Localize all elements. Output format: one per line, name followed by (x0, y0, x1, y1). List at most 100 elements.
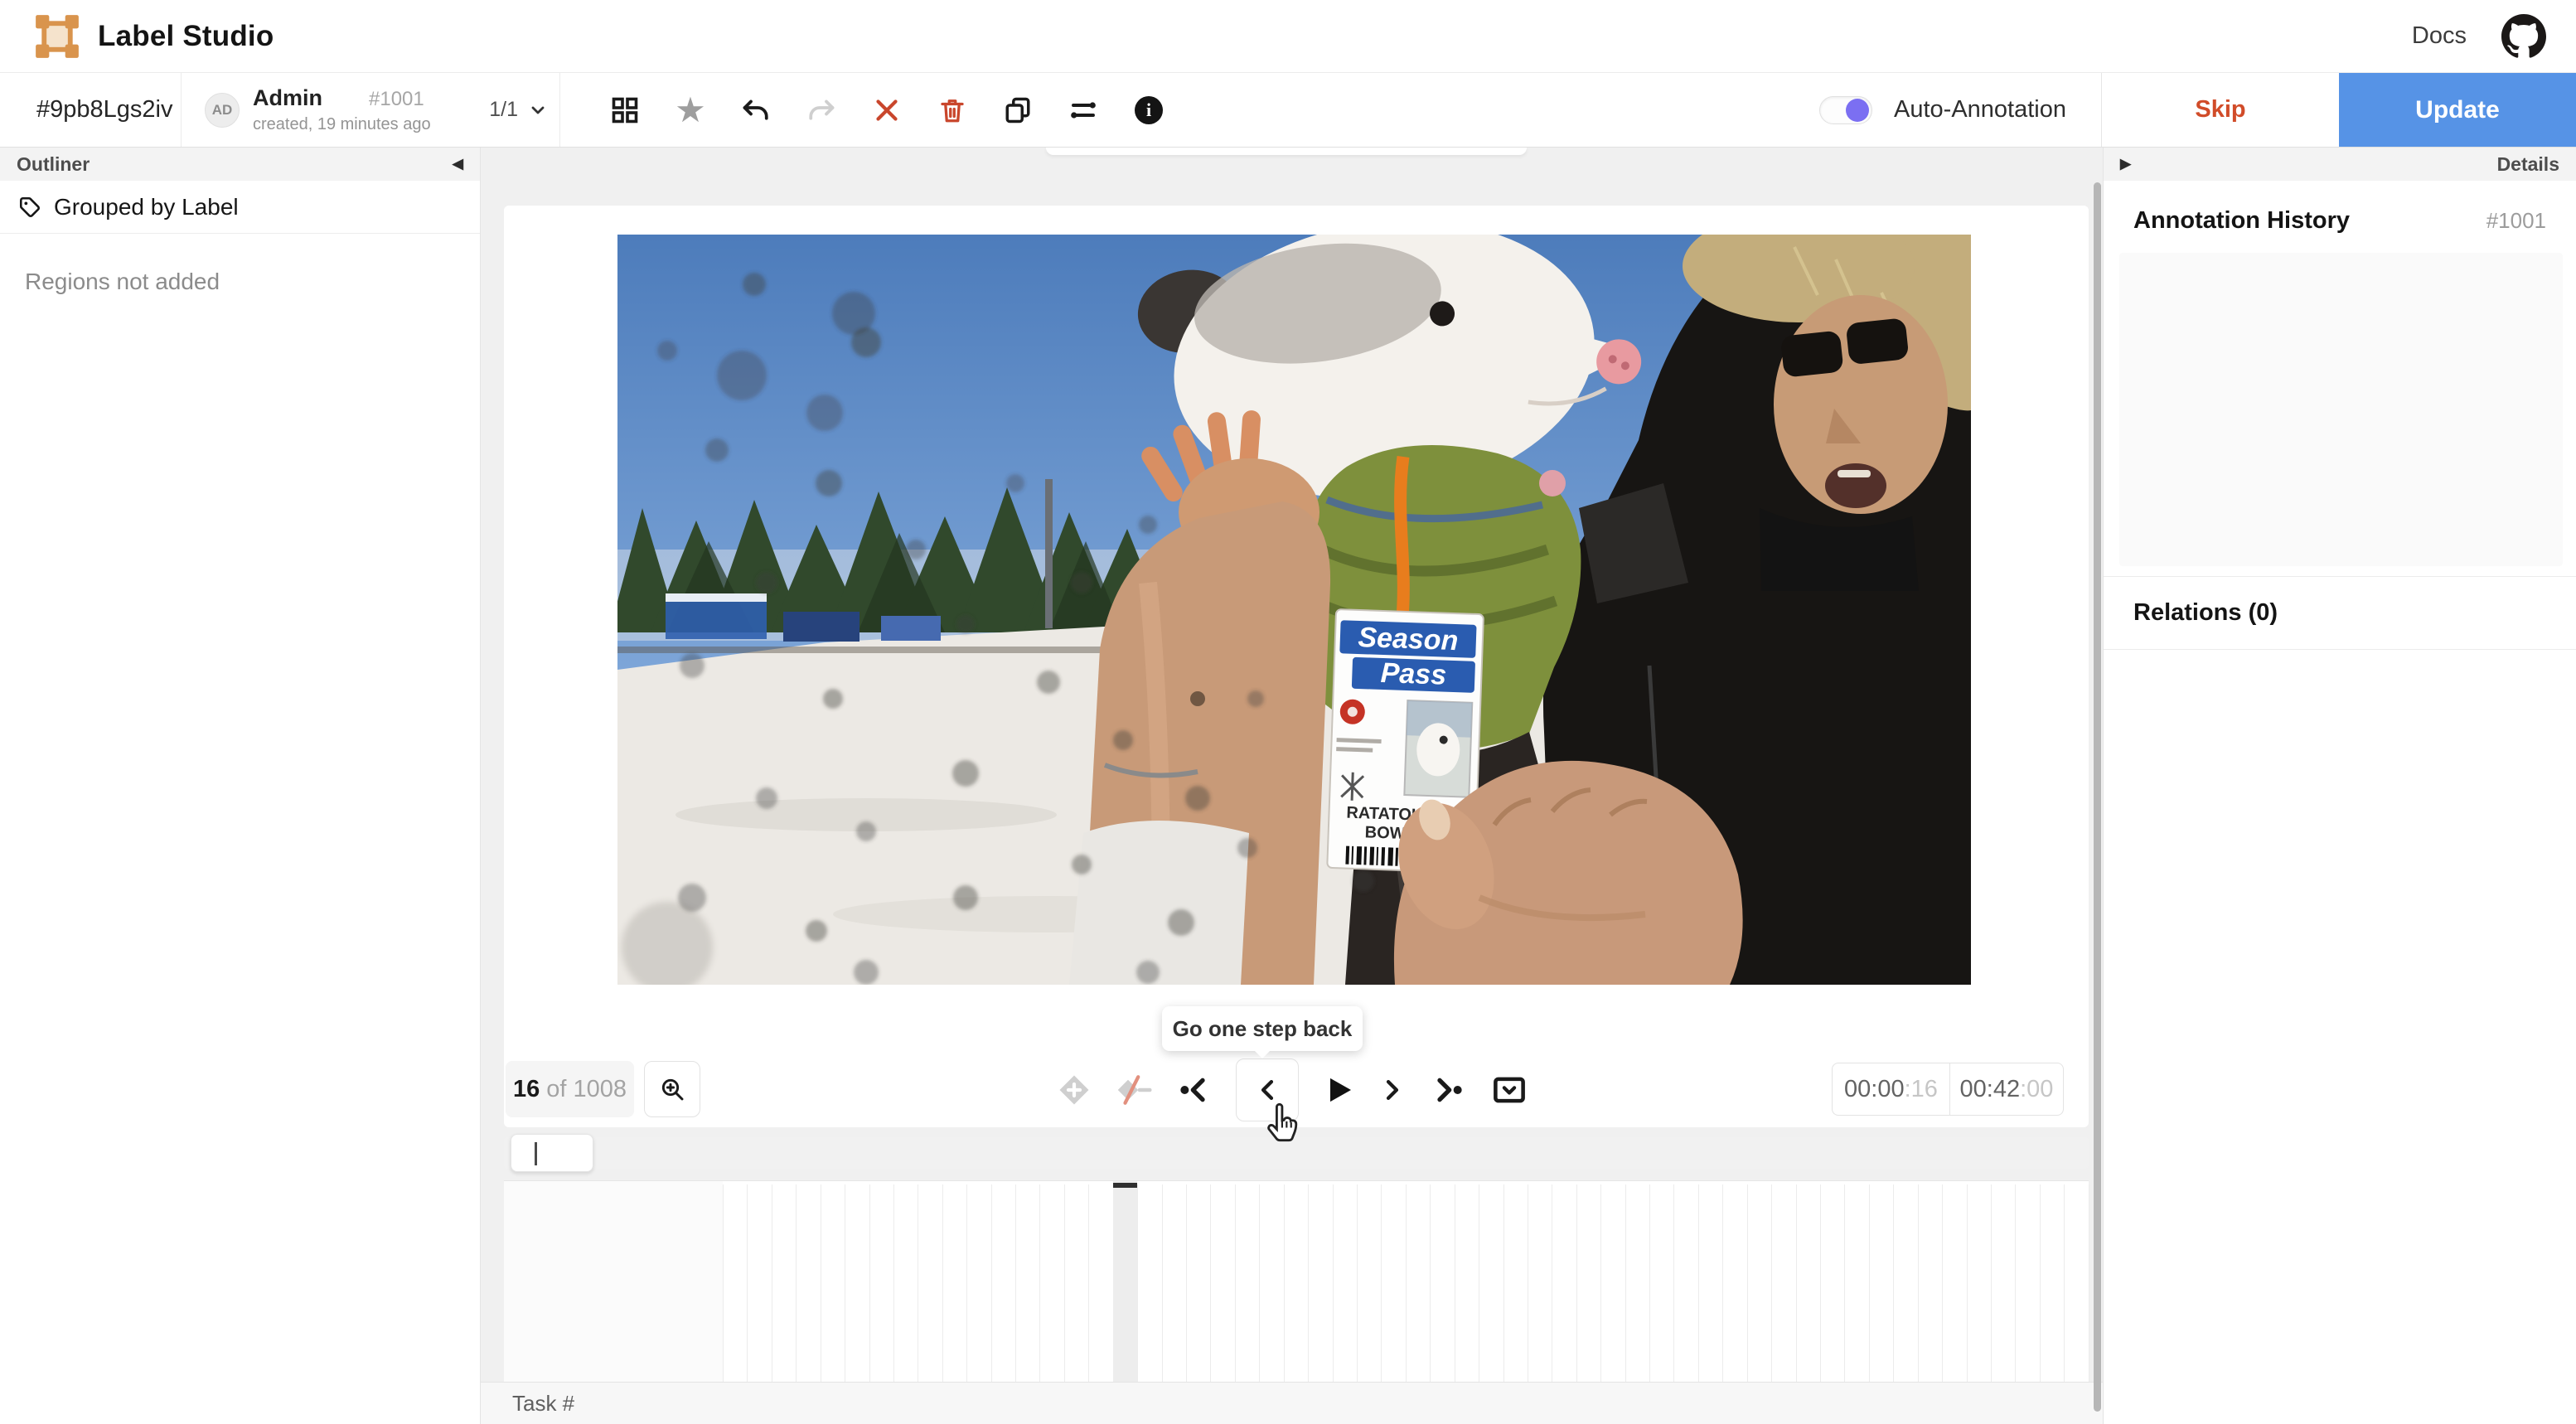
current-time-display: 00:00:16 (1832, 1063, 1949, 1116)
ground-truth-star-icon[interactable]: ★ (673, 93, 708, 128)
timeline-ruler[interactable] (504, 1180, 2089, 1382)
details-panel: ▶ Details Annotation History #1001 Relat… (2103, 148, 2576, 1424)
timeline-tick (1285, 1184, 1309, 1382)
timeline-tick (1138, 1184, 1162, 1382)
grouped-by-label-text: Grouped by Label (54, 194, 239, 220)
reset-annotation-icon[interactable] (869, 93, 904, 128)
task-footer: Task # (481, 1382, 2103, 1424)
badge-line1: Season (1358, 622, 1459, 656)
docs-link[interactable]: Docs (2412, 22, 2467, 50)
video-canvas[interactable]: Season Pass RATATOUILLE (617, 235, 1971, 985)
collapse-left-icon[interactable]: ◀ (453, 156, 463, 172)
next-keyframe-button[interactable] (1430, 1073, 1466, 1107)
annotation-created-text: created, 19 minutes ago (253, 115, 431, 133)
total-time-frames: :00 (2020, 1076, 2053, 1103)
label-studio-logo-icon (35, 14, 80, 59)
interpolation-toggle-button[interactable] (1115, 1073, 1153, 1107)
play-button[interactable] (1322, 1073, 1355, 1107)
timeline-label-column (504, 1181, 723, 1382)
toggle-timeline-button[interactable] (1489, 1073, 1529, 1107)
auto-annotation-toggle[interactable] (1819, 96, 1872, 124)
expand-right-icon[interactable]: ▶ (2120, 156, 2131, 172)
annotation-pager-count: 1/1 (489, 98, 518, 122)
annotation-id: #1001 (369, 89, 424, 110)
label-studio-app: Label Studio Docs #9pb8Lgs2iv AD Admin #… (0, 0, 2576, 1424)
timeline-tick (1552, 1184, 1576, 1382)
badge-line2: Pass (1380, 657, 1447, 691)
timeline-ticks (723, 1184, 2089, 1382)
zoom-in-button[interactable] (644, 1061, 700, 1117)
regions-empty-text: Regions not added (0, 234, 480, 295)
annotation-history-id: #1001 (2486, 208, 2546, 234)
timeline-tick (1528, 1184, 1552, 1382)
annotation-history-title: Annotation History (2133, 207, 2350, 235)
info-icon[interactable]: i (1131, 93, 1166, 128)
frame-current: 16 (513, 1076, 540, 1103)
timeline-tick (821, 1184, 845, 1382)
seekbar-thumb[interactable] (511, 1134, 593, 1172)
annotation-history-list (2119, 253, 2563, 566)
timeline-tick (2065, 1184, 2089, 1382)
timeline-tick (1163, 1184, 1187, 1382)
timeline-tick (2041, 1184, 2065, 1382)
redo-icon[interactable] (804, 93, 839, 128)
timeline-seekbar[interactable] (504, 1137, 2089, 1169)
current-time-frames: :16 (1905, 1076, 1938, 1103)
prev-frame-button[interactable] (1236, 1058, 1299, 1121)
timeline-tick (1577, 1184, 1601, 1382)
timeline-tick (1919, 1184, 1943, 1382)
frame-counter-input[interactable]: 16 of 1008 (506, 1061, 634, 1117)
timeline-tick (1601, 1184, 1625, 1382)
timeline-tick (1065, 1184, 1089, 1382)
annotator-name: Admin (253, 86, 322, 111)
frame-total: of 1008 (546, 1076, 627, 1103)
grouped-by-label-selector[interactable]: Grouped by Label (0, 181, 480, 234)
tooltip-text: Go one step back (1173, 1016, 1353, 1042)
prev-keyframe-button[interactable] (1176, 1073, 1213, 1107)
outliner-header: Outliner ◀ (0, 148, 480, 181)
timeline-tick (1455, 1184, 1479, 1382)
timeline-tick (1943, 1184, 1967, 1382)
update-button[interactable]: Update (2339, 73, 2576, 147)
timeline-tick (1748, 1184, 1772, 1382)
timeline-tick (943, 1184, 967, 1382)
timeline-tick (1626, 1184, 1650, 1382)
delete-annotation-icon[interactable] (935, 93, 970, 128)
vertical-scrollbar[interactable] (2094, 182, 2101, 1412)
details-header: ▶ Details (2104, 148, 2576, 181)
timeline-tick (1504, 1184, 1528, 1382)
timeline-tick (1821, 1184, 1845, 1382)
annotation-selector[interactable]: AD Admin #1001 created, 19 minutes ago 1… (182, 73, 560, 147)
keyframe-add-button[interactable] (1057, 1073, 1092, 1107)
timeline-playhead[interactable] (1113, 1181, 1137, 1382)
duplicate-annotation-icon[interactable] (1000, 93, 1035, 128)
task-footer-label: Task # (512, 1391, 574, 1416)
settings-sliders-icon[interactable] (1066, 93, 1101, 128)
timeline-tick (1723, 1184, 1747, 1382)
grid-view-icon[interactable] (608, 93, 642, 128)
next-frame-button[interactable] (1378, 1076, 1407, 1104)
labels-card-peek (1046, 148, 1527, 155)
timeline-tick (1674, 1184, 1698, 1382)
timeline-tick (2016, 1184, 2040, 1382)
timeline-tick (1650, 1184, 1674, 1382)
tooltip: Go one step back (1162, 1006, 1363, 1051)
task-id: #9pb8Lgs2iv (0, 73, 182, 147)
timeline-tick (772, 1184, 797, 1382)
skip-button[interactable]: Skip (2101, 73, 2339, 147)
app-header: Label Studio Docs (0, 0, 2576, 73)
github-icon[interactable] (2501, 14, 2546, 59)
magnifier-plus-icon (659, 1076, 685, 1102)
timeline-tick (870, 1184, 894, 1382)
annotation-pager-dropdown[interactable]: 1/1 (489, 98, 548, 122)
timeline-tick (748, 1184, 772, 1382)
current-time-main: 00:00 (1844, 1076, 1905, 1103)
tag-icon (18, 196, 41, 219)
playback-controls (1028, 1054, 1558, 1126)
timeline-tick (1699, 1184, 1723, 1382)
undo-icon[interactable] (738, 93, 773, 128)
outliner-panel: Outliner ◀ Grouped by Label Regions not … (0, 148, 481, 1424)
timeline-tick (1236, 1184, 1260, 1382)
auto-annotation-label: Auto-Annotation (1894, 96, 2066, 124)
timeline-tick (1358, 1184, 1382, 1382)
